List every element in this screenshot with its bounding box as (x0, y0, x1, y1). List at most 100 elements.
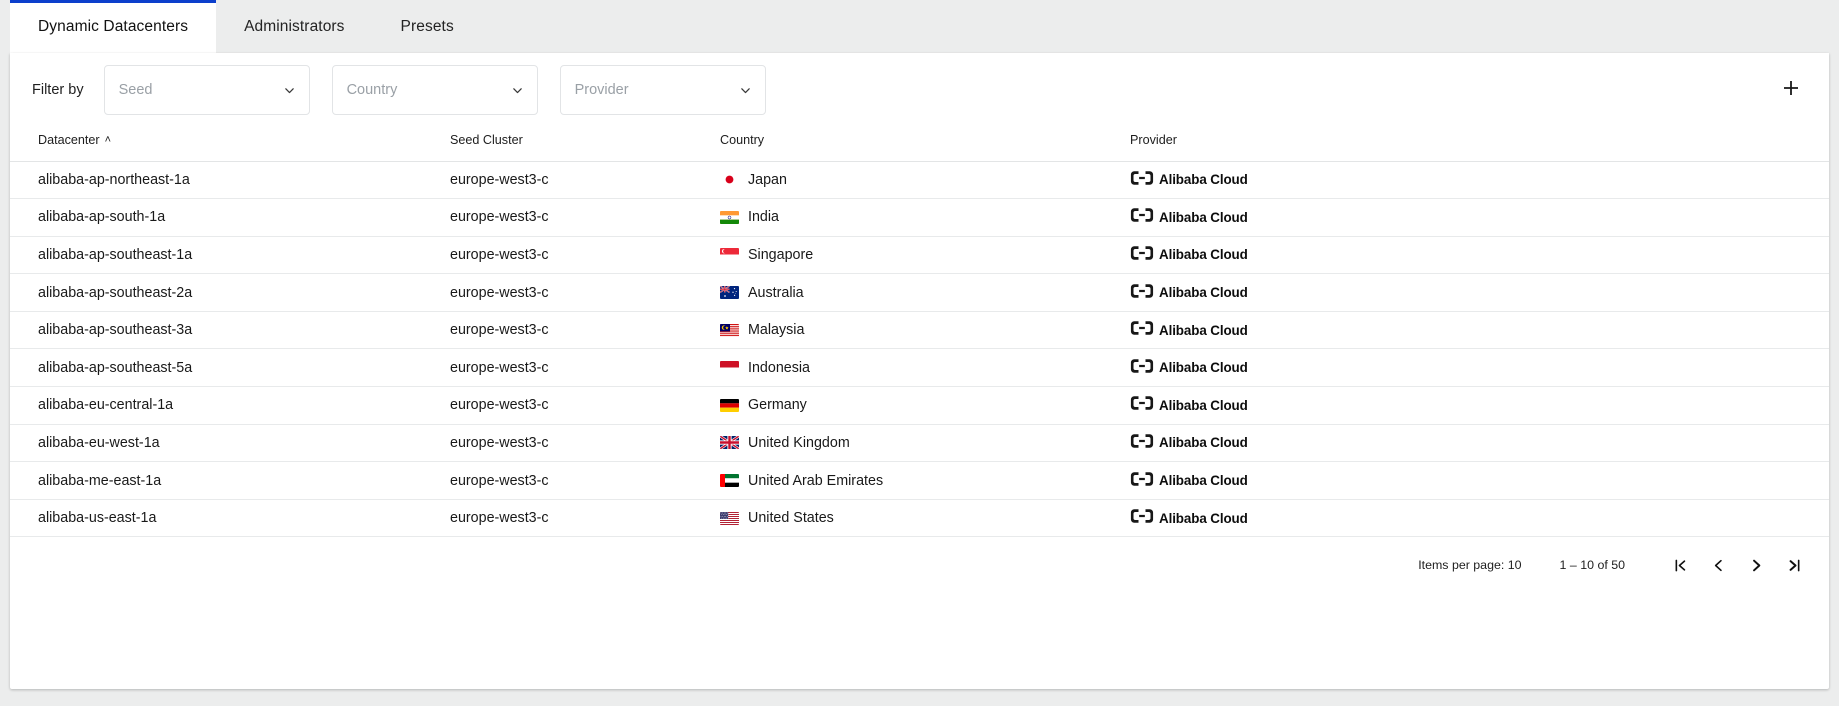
items-per-page[interactable]: Items per page: 10 (1418, 558, 1521, 572)
filter-bar: Filter by Seed Country Provider (10, 53, 1829, 127)
flag-icon (720, 286, 739, 299)
alibaba-cloud-logo-icon (1130, 358, 1154, 378)
cell-datacenter: alibaba-us-east-1a (10, 499, 450, 537)
table-row[interactable]: alibaba-ap-south-1aeurope-west3-cIndia A… (10, 199, 1829, 237)
column-header-seed-cluster[interactable]: Seed Cluster (450, 127, 720, 161)
alibaba-cloud-logo-icon (1130, 433, 1154, 449)
table-row[interactable]: alibaba-me-east-1aeurope-west3-c United A… (10, 462, 1829, 500)
tab-presets[interactable]: Presets (373, 0, 482, 53)
cell-country: United Kingdom (720, 424, 1130, 462)
caret-up-icon: ˄ (105, 135, 111, 146)
cell-seed-cluster: europe-west3-c (450, 349, 720, 387)
cell-provider: Alibaba Cloud (1130, 462, 1829, 500)
table-header-row: Datacenter ˄ Seed Cluster Country Provide… (10, 127, 1829, 161)
provider-label: Alibaba Cloud (1159, 285, 1248, 300)
country-label: Australia (748, 285, 804, 301)
column-header-datacenter[interactable]: Datacenter ˄ (10, 127, 450, 161)
next-page-button[interactable] (1737, 546, 1775, 584)
cell-country: Malaysia (720, 311, 1130, 349)
cell-datacenter: alibaba-me-east-1a (10, 462, 450, 500)
column-label: Seed Cluster (450, 133, 523, 147)
add-datacenter-button[interactable] (1775, 74, 1807, 106)
country-label: Indonesia (748, 360, 810, 376)
cell-seed-cluster: europe-west3-c (450, 462, 720, 500)
table-row[interactable]: alibaba-ap-northeast-1aeurope-west3-cJap… (10, 161, 1829, 199)
cell-seed-cluster: europe-west3-c (450, 499, 720, 537)
table-row[interactable]: alibaba-eu-central-1aeurope-west3-cGerma… (10, 387, 1829, 425)
seed-filter-select[interactable]: Seed (104, 65, 310, 115)
country-label: Japan (748, 172, 787, 188)
flag-icon (720, 361, 739, 374)
provider-label: Alibaba Cloud (1159, 172, 1248, 187)
flag-icon (720, 512, 739, 525)
first-page-icon (1672, 557, 1689, 574)
filter-by-label: Filter by (32, 82, 84, 98)
cell-country: United Arab Emirates (720, 462, 1130, 500)
cell-datacenter: alibaba-ap-southeast-5a (10, 349, 450, 387)
provider-filter-select[interactable]: Provider (560, 65, 766, 115)
cell-provider: Alibaba Cloud (1130, 499, 1829, 537)
table-row[interactable]: alibaba-ap-southeast-2aeurope-west3-c Aus… (10, 274, 1829, 312)
alibaba-cloud-logo-icon (1130, 508, 1154, 528)
table-row[interactable]: alibaba-ap-southeast-5aeurope-west3-c Ind… (10, 349, 1829, 387)
provider-label: Alibaba Cloud (1159, 473, 1248, 488)
tab-label: Administrators (244, 18, 344, 36)
provider-label: Alibaba Cloud (1159, 360, 1248, 375)
flag-icon (720, 173, 739, 186)
flag-icon (720, 399, 739, 412)
tab-dynamic-datacenters[interactable]: Dynamic Datacenters (10, 0, 216, 53)
flag-icon (720, 474, 739, 487)
country-label: Malaysia (748, 322, 804, 338)
cell-country: Germany (720, 387, 1130, 425)
column-header-provider[interactable]: Provider (1130, 127, 1829, 161)
country-label: Singapore (748, 247, 813, 263)
datacenters-card: Filter by Seed Country Provider (10, 53, 1829, 689)
alibaba-cloud-logo-icon (1130, 395, 1154, 411)
cell-seed-cluster: europe-west3-c (450, 161, 720, 199)
column-header-country[interactable]: Country (720, 127, 1130, 161)
first-page-button[interactable] (1661, 546, 1699, 584)
alibaba-cloud-logo-icon (1130, 320, 1154, 336)
chevron-down-icon (284, 85, 295, 96)
chevron-down-icon (512, 85, 523, 96)
plus-icon (1781, 78, 1801, 103)
column-label: Datacenter (38, 133, 100, 147)
cell-provider: Alibaba Cloud (1130, 236, 1829, 274)
cell-datacenter: alibaba-eu-central-1a (10, 387, 450, 425)
cell-provider: Alibaba Cloud (1130, 311, 1829, 349)
cell-provider: Alibaba Cloud (1130, 424, 1829, 462)
cell-seed-cluster: europe-west3-c (450, 274, 720, 312)
flag-icon (720, 436, 739, 449)
cell-provider: Alibaba Cloud (1130, 274, 1829, 312)
previous-page-button[interactable] (1699, 546, 1737, 584)
cell-datacenter: alibaba-ap-southeast-3a (10, 311, 450, 349)
cell-datacenter: alibaba-ap-southeast-2a (10, 274, 450, 312)
flag-icon (720, 324, 739, 337)
country-filter-select[interactable]: Country (332, 65, 538, 115)
cell-provider: Alibaba Cloud (1130, 161, 1829, 199)
alibaba-cloud-logo-icon (1130, 170, 1154, 190)
table-row[interactable]: alibaba-eu-west-1aeurope-west3-c United … (10, 424, 1829, 462)
provider-filter-placeholder: Provider (575, 82, 734, 98)
cell-datacenter: alibaba-ap-south-1a (10, 199, 450, 237)
table-row[interactable]: alibaba-ap-southeast-1aeurope-west3-cSin… (10, 236, 1829, 274)
items-per-page-label: Items per page: (1418, 558, 1504, 572)
chevron-down-icon (740, 85, 751, 96)
country-label: India (748, 209, 779, 225)
cell-provider: Alibaba Cloud (1130, 199, 1829, 237)
country-label: United States (748, 510, 834, 526)
last-page-button[interactable] (1775, 546, 1813, 584)
tab-label: Presets (401, 18, 454, 36)
alibaba-cloud-logo-icon (1130, 207, 1154, 223)
alibaba-cloud-logo-icon (1130, 471, 1154, 487)
alibaba-cloud-logo-icon (1130, 433, 1154, 453)
table-row[interactable]: alibaba-us-east-1aeurope-west3-c United S… (10, 499, 1829, 537)
cell-datacenter: alibaba-ap-southeast-1a (10, 236, 450, 274)
country-label: United Arab Emirates (748, 473, 883, 489)
items-per-page-value: 10 (1508, 558, 1522, 572)
cell-provider: Alibaba Cloud (1130, 349, 1829, 387)
country-label: United Kingdom (748, 435, 850, 451)
table-row[interactable]: alibaba-ap-southeast-3aeurope-west3-cMal… (10, 311, 1829, 349)
tab-administrators[interactable]: Administrators (216, 0, 372, 53)
provider-label: Alibaba Cloud (1159, 435, 1248, 450)
